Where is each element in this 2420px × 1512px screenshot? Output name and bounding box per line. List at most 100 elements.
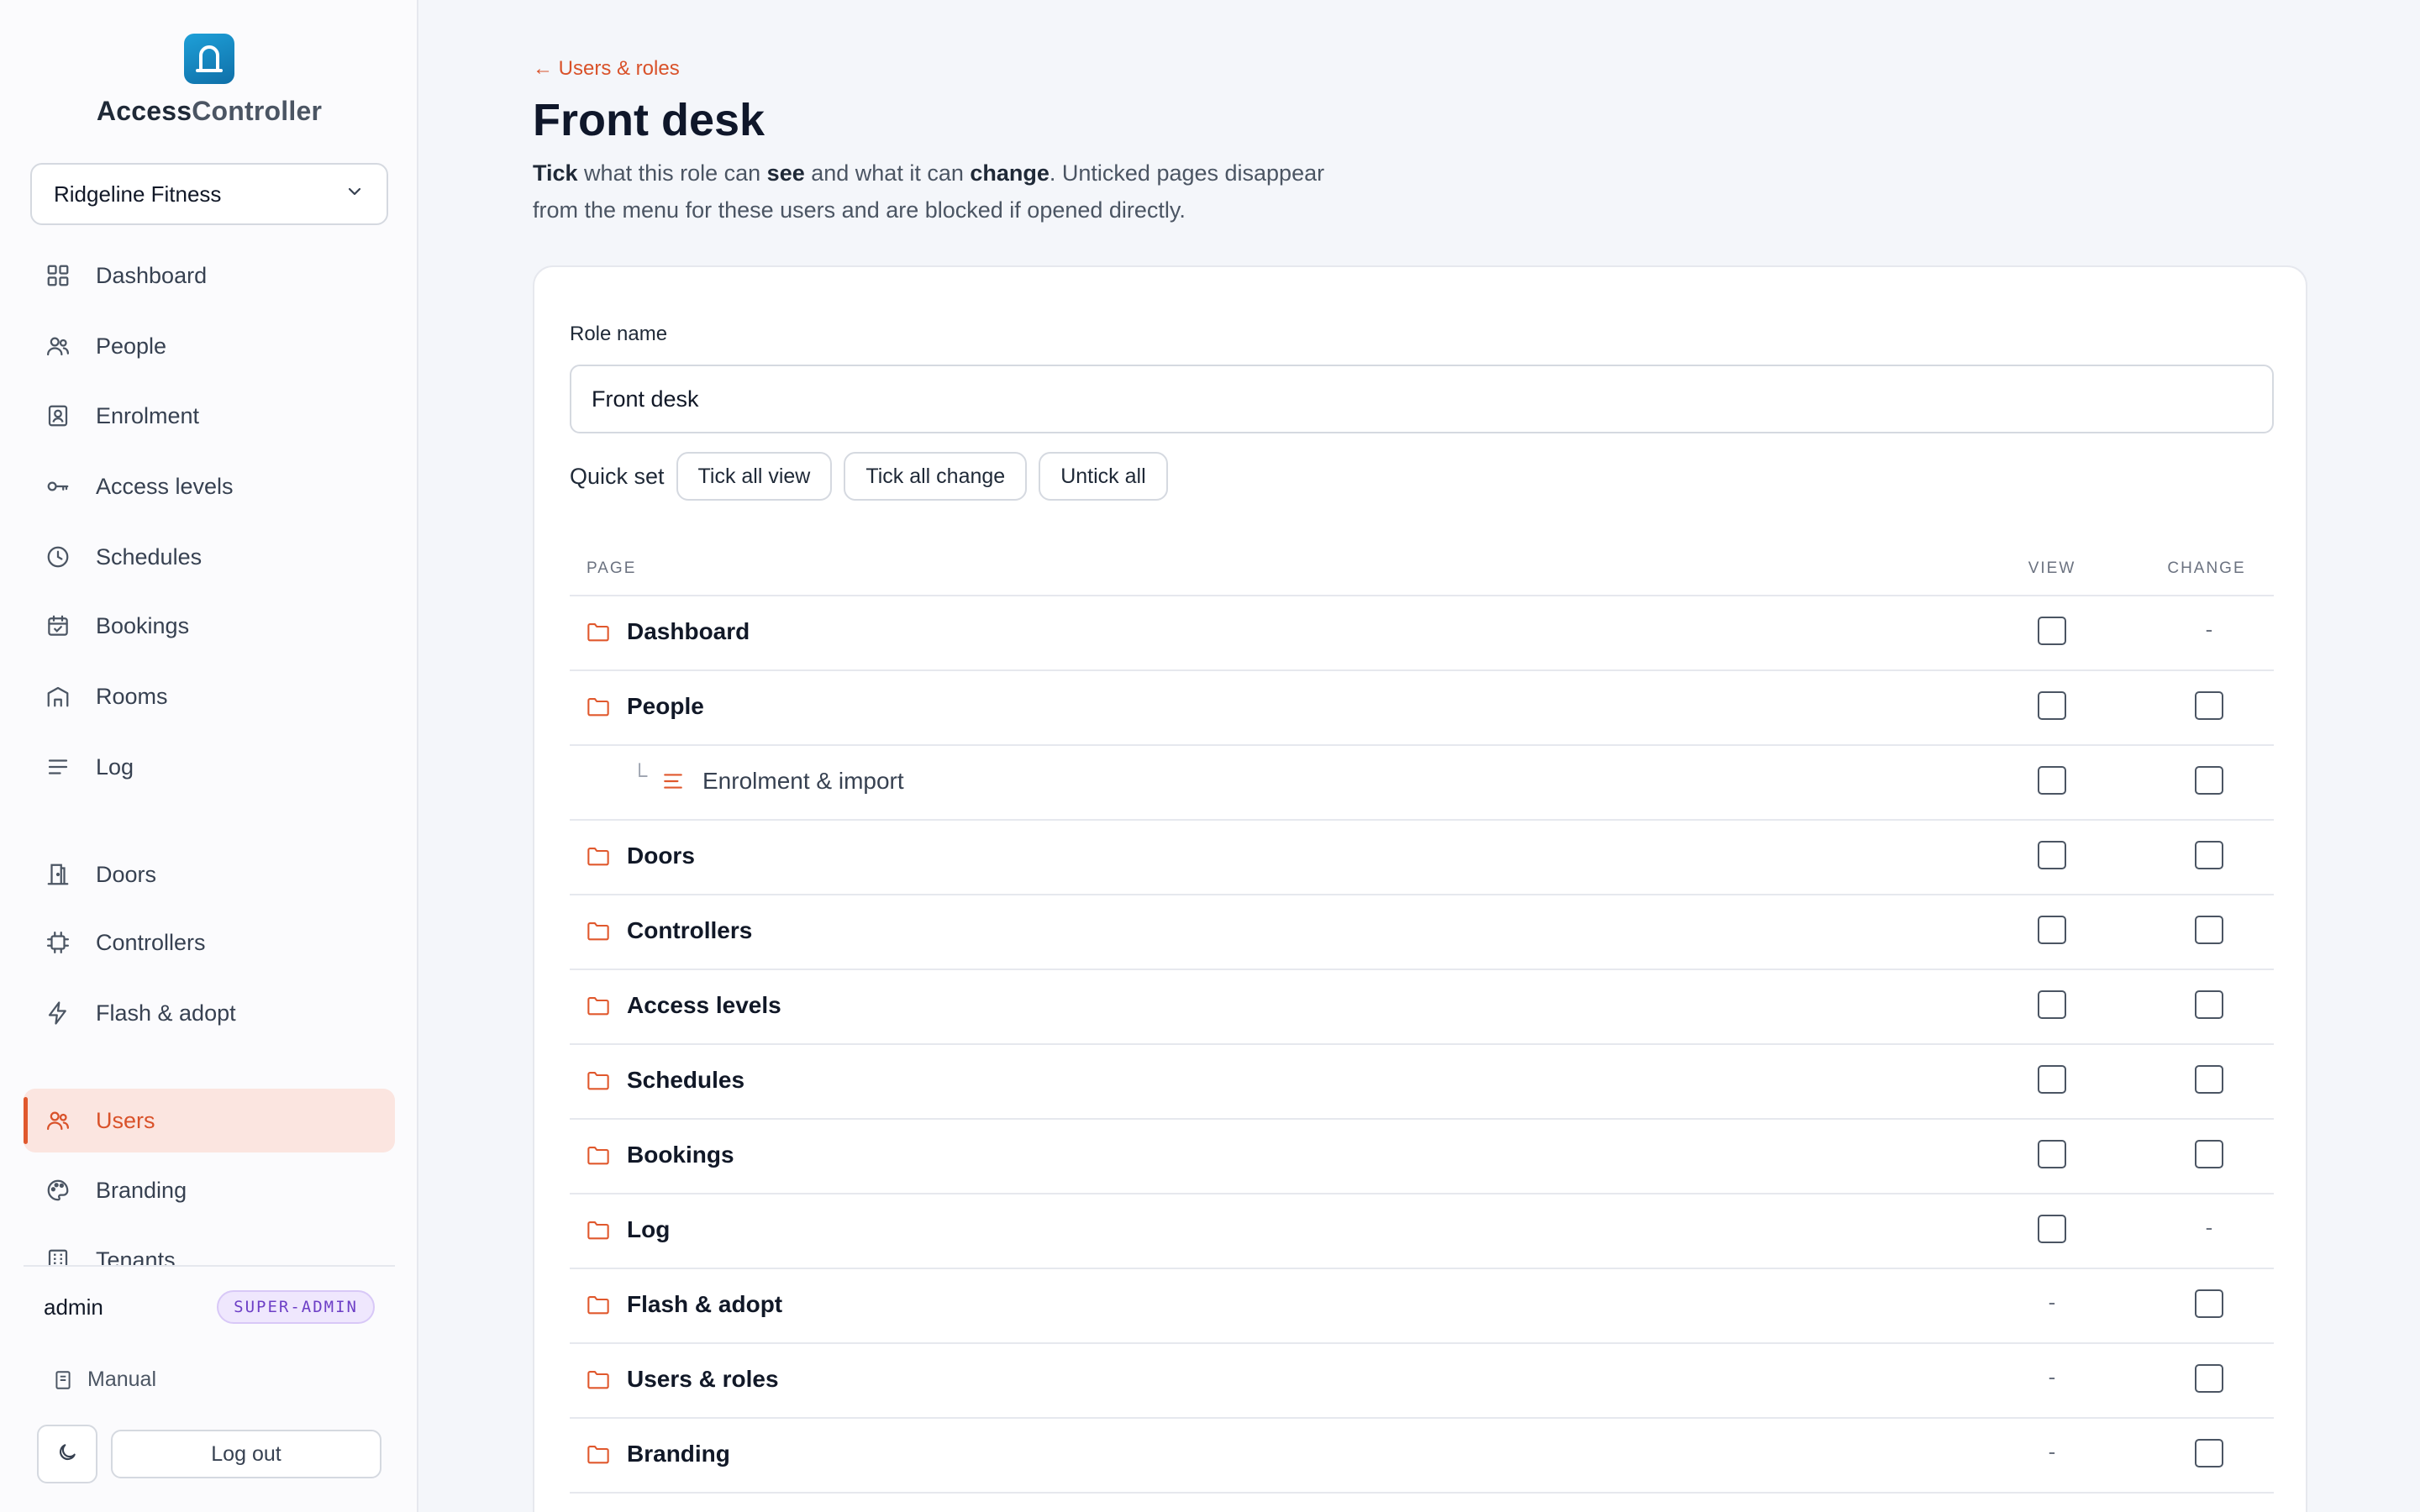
sidebar-item-controllers[interactable]: Controllers [24,911,395,974]
sidebar-item-bookings[interactable]: Bookings [24,594,395,658]
sidebar-item-label: Rooms [96,683,168,709]
sidebar-item-label: Dashboard [96,262,208,288]
view-checkbox[interactable] [2038,766,2066,795]
chip-icon [44,928,72,957]
table-row: Schedules [570,1045,2274,1120]
page-name: Users & roles [627,1366,779,1392]
folder-icon [587,921,610,947]
tree-branch-icon: └ [632,763,648,788]
sidebar-item-users[interactable]: Users [24,1089,395,1152]
table-row: People [570,671,2274,746]
role-name-input[interactable] [570,365,2274,433]
sidebar-item-doors[interactable]: Doors [24,843,395,906]
change-checkbox[interactable] [2195,1140,2223,1168]
sidebar-item-tenants[interactable]: Tenants [24,1228,395,1267]
sidebar-item-flash-adopt[interactable]: Flash & adopt [24,981,395,1045]
table-row: Users & roles - [570,1344,2274,1419]
sidebar-item-log[interactable]: Log [24,735,395,799]
tenant-select-value: Ridgeline Fitness [54,181,222,207]
page-name: Bookings [627,1142,734,1168]
page-description: Tick what this role can see and what it … [533,160,1325,223]
change-checkbox[interactable] [2195,916,2223,944]
change-checkbox[interactable] [2195,1065,2223,1094]
door-logo-icon [184,34,234,84]
untick-all-button[interactable]: Untick all [1039,452,1168,501]
change-checkbox[interactable] [2195,841,2223,869]
badge-icon [44,402,72,430]
logout-button[interactable]: Log out [111,1430,381,1478]
current-user: admin SUPER-ADMIN [44,1290,375,1324]
change-checkbox[interactable] [2195,990,2223,1019]
sidebar: AccessController Ridgeline Fitness Dashb… [0,0,418,1512]
sidebar-item-label: Controllers [96,929,206,955]
view-not-applicable: - [2048,1364,2056,1389]
users-icon [44,1106,72,1135]
table-row: └ Enrolment & import [570,746,2274,821]
logo[interactable]: AccessController [0,34,418,127]
table-row: Branding - [570,1419,2274,1494]
manual-link[interactable]: Manual [52,1368,156,1392]
sidebar-item-label: Log [96,753,134,780]
list-icon [662,771,684,795]
change-checkbox[interactable] [2195,1364,2223,1393]
table-row: Log - [570,1194,2274,1269]
sidebar-item-label: Bookings [96,612,190,638]
role-name-label: Role name [570,323,668,345]
tenant-select[interactable]: Ridgeline Fitness [30,163,388,225]
role-badge: SUPER-ADMIN [217,1290,375,1324]
calendar-check-icon [44,612,72,640]
view-checkbox[interactable] [2038,691,2066,720]
page-name: Log [627,1216,671,1242]
page-name: Flash & adopt [627,1291,783,1317]
folder-icon [587,1294,610,1320]
view-checkbox[interactable] [2038,990,2066,1019]
change-checkbox[interactable] [2195,766,2223,795]
sidebar-item-schedules[interactable]: Schedules [24,525,395,589]
chevron-down-icon [345,181,365,207]
view-checkbox[interactable] [2038,1065,2066,1094]
sidebar-item-rooms[interactable]: Rooms [24,664,395,728]
role-editor-card: Role name Quick set Tick all view Tick a… [533,265,2307,1512]
folder-icon [587,995,610,1021]
view-checkbox[interactable] [2038,916,2066,944]
page-name: Dashboard [627,618,750,644]
sidebar-item-people[interactable]: People [24,314,395,378]
moon-icon [56,1441,78,1467]
users-icon [44,332,72,360]
sidebar-item-label: Access levels [96,473,234,499]
sidebar-item-enrolment[interactable]: Enrolment [24,384,395,448]
change-checkbox[interactable] [2195,1439,2223,1467]
change-not-applicable: - [2205,617,2213,642]
column-header-page: PAGE [587,559,637,577]
back-link-users-roles[interactable]: ← Users & roles [533,57,680,81]
folder-icon [587,846,610,872]
page-name: Doors [627,843,695,869]
sidebar-item-label: Schedules [96,543,203,570]
sidebar-item-label: Flash & adopt [96,1000,236,1026]
grid-icon [44,261,72,290]
view-checkbox[interactable] [2038,1140,2066,1168]
page-name: People [627,693,704,719]
bolt-icon [44,999,72,1027]
sidebar-item-access-levels[interactable]: Access levels [24,454,395,518]
book-icon [52,1369,74,1391]
view-not-applicable: - [2048,1289,2056,1315]
change-checkbox[interactable] [2195,691,2223,720]
tick-all-change-button[interactable]: Tick all change [844,452,1028,501]
sidebar-item-dashboard[interactable]: Dashboard [24,244,395,307]
folder-icon [587,622,610,648]
change-checkbox[interactable] [2195,1289,2223,1318]
sidebar-item-label: Users [96,1107,155,1133]
view-checkbox[interactable] [2038,617,2066,645]
view-checkbox[interactable] [2038,1215,2066,1243]
tick-all-view-button[interactable]: Tick all view [676,452,833,501]
view-checkbox[interactable] [2038,841,2066,869]
view-not-applicable: - [2048,1439,2056,1464]
list-icon [44,753,72,781]
theme-toggle-button[interactable] [37,1425,97,1483]
table-row: Controllers [570,895,2274,970]
folder-icon [587,1220,610,1246]
sidebar-item-label: People [96,333,167,359]
folder-icon [587,1369,610,1395]
manual-label: Manual [87,1368,156,1391]
